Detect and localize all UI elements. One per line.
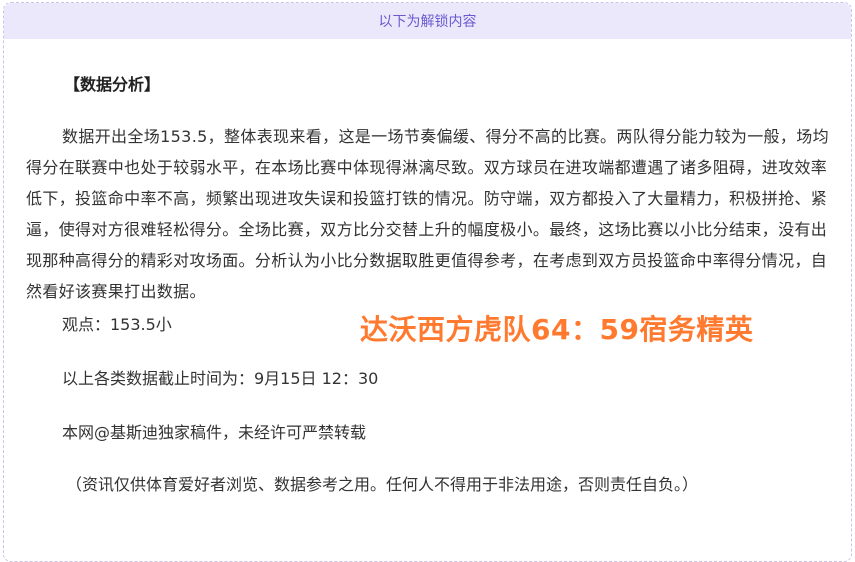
unlock-header: 以下为解锁内容 [4,3,851,39]
copyright-notice: 本网@基斯迪独家稿件，未经许可严禁转载 [62,423,367,442]
score-banner: 达沃西方虎队64：59宿务精英 [360,313,754,346]
section-title: 【数据分析】 [64,75,161,94]
unlocked-content-frame: 以下为解锁内容 【数据分析】 数据开出全场153.5，整体表现来看，这是一场节奏… [3,2,852,562]
analysis-paragraph: 数据开出全场153.5，整体表现来看，这是一场节奏偏缓、得分不高的比赛。两队得分… [26,127,829,301]
viewpoint-line: 观点：153.5小 [62,315,172,334]
unlock-header-label: 以下为解锁内容 [378,14,477,30]
data-cutoff-time: 以上各类数据截止时间为：9月15日 12：30 [62,369,379,388]
disclaimer: （资讯仅供体育爱好者浏览、数据参考之用。任何人不得用于非法用途，否则责任自负。） [66,475,699,494]
